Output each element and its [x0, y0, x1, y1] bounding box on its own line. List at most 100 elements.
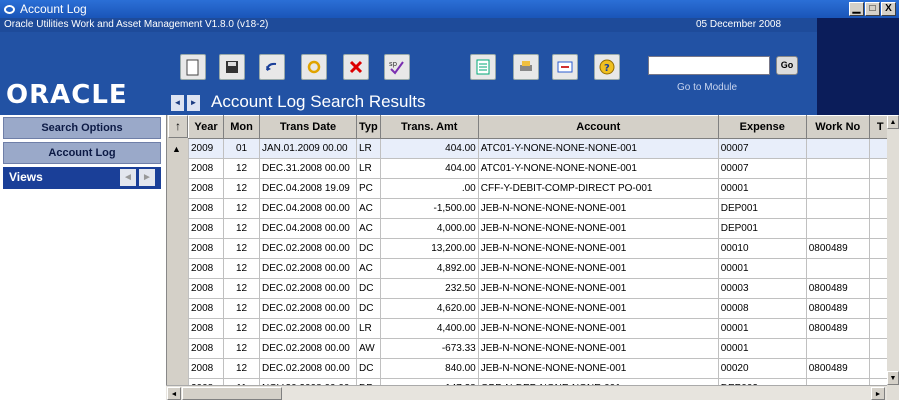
- cell-work-no[interactable]: [805, 218, 870, 239]
- export-icon[interactable]: [552, 54, 578, 80]
- cell-account[interactable]: JEB-N-NONE-NONE-NONE-001: [477, 258, 719, 279]
- module-input[interactable]: [648, 56, 770, 75]
- cell-type[interactable]: AC: [356, 198, 381, 219]
- scroll-up-icon[interactable]: ▲: [887, 115, 899, 129]
- cell-account[interactable]: JEB-N-NONE-NONE-NONE-001: [477, 358, 719, 379]
- cell-account[interactable]: ATC01-Y-NONE-NONE-NONE-001: [477, 138, 719, 159]
- report-icon[interactable]: [470, 54, 496, 80]
- cell-type[interactable]: LR: [356, 138, 381, 159]
- cell-mon[interactable]: 12: [223, 218, 260, 239]
- cell-year[interactable]: 2008: [188, 218, 224, 239]
- cell-trans-date[interactable]: JAN.01.2009 00.00: [259, 138, 357, 159]
- cell-mon[interactable]: 12: [223, 338, 260, 359]
- cell-mon[interactable]: 12: [223, 358, 260, 379]
- cell-trans-date[interactable]: DEC.02.2008 00.00: [259, 338, 357, 359]
- scroll-right-icon[interactable]: ►: [871, 387, 885, 400]
- column-header-work-no[interactable]: Work No: [805, 115, 870, 139]
- cell-type[interactable]: LR: [356, 158, 381, 179]
- cell-work-no[interactable]: 0800489: [805, 318, 870, 339]
- cell-trans-date[interactable]: DEC.31.2008 00.00: [259, 158, 357, 179]
- cell-trans-date[interactable]: DEC.02.2008 00.00: [259, 278, 357, 299]
- cell-account[interactable]: CFF-Y-DEBIT-COMP-DIRECT PO-001: [477, 178, 719, 199]
- print-icon[interactable]: [513, 54, 539, 80]
- cell-work-no[interactable]: [805, 198, 870, 219]
- cell-work-no[interactable]: [805, 158, 870, 179]
- spell-check-icon[interactable]: sp: [384, 54, 410, 80]
- cell-year[interactable]: 2008: [188, 158, 224, 179]
- cell-mon[interactable]: 12: [223, 178, 260, 199]
- cell-year[interactable]: 2008: [188, 298, 224, 319]
- cell-type[interactable]: LR: [356, 318, 381, 339]
- delete-icon[interactable]: [343, 54, 369, 80]
- cell-trans-date[interactable]: DEC.02.2008 00.00: [259, 318, 357, 339]
- cell-work-no[interactable]: [805, 178, 870, 199]
- cell-trans-amt[interactable]: 404.00: [379, 158, 479, 179]
- cell-mon[interactable]: 12: [223, 198, 260, 219]
- maximize-button[interactable]: □: [865, 2, 880, 16]
- search-options-button[interactable]: Search Options: [3, 117, 161, 139]
- cell-year[interactable]: 2008: [188, 358, 224, 379]
- cell-year[interactable]: 2008: [188, 258, 224, 279]
- cell-mon[interactable]: 12: [223, 258, 260, 279]
- horizontal-scrollbar[interactable]: ◄ ►: [166, 385, 887, 400]
- column-header-account[interactable]: Account: [477, 115, 719, 139]
- cell-work-no[interactable]: 0800489: [805, 238, 870, 259]
- cell-trans-date[interactable]: DEC.04.2008 00.00: [259, 218, 357, 239]
- cell-type[interactable]: DC: [356, 278, 381, 299]
- cell-trans-amt[interactable]: 232.50: [379, 278, 479, 299]
- cell-account[interactable]: JEB-N-NONE-NONE-NONE-001: [477, 278, 719, 299]
- cell-year[interactable]: 2008: [188, 318, 224, 339]
- column-header-type[interactable]: Typ: [356, 115, 381, 139]
- cell-type[interactable]: AW: [356, 338, 381, 359]
- next-record-icon[interactable]: ►: [187, 95, 200, 111]
- cell-expense[interactable]: 00001: [717, 318, 807, 339]
- views-previous-icon[interactable]: ◄: [120, 169, 136, 186]
- cell-mon[interactable]: 12: [223, 298, 260, 319]
- cell-work-no[interactable]: 0800489: [805, 358, 870, 379]
- table-row[interactable]: 2009 01 JAN.01.2009 00.00 LR 404.00 ATC01-Y-N…: [188, 138, 892, 159]
- cell-type[interactable]: AC: [356, 258, 381, 279]
- close-button[interactable]: X: [881, 2, 896, 16]
- cell-account[interactable]: JEB-N-NONE-NONE-NONE-001: [477, 318, 719, 339]
- cell-expense[interactable]: DEP001: [717, 198, 807, 219]
- cell-trans-amt[interactable]: 840.00: [379, 358, 479, 379]
- account-log-button[interactable]: Account Log: [3, 142, 161, 164]
- cell-expense[interactable]: 00001: [717, 258, 807, 279]
- cell-work-no[interactable]: 0800489: [805, 278, 870, 299]
- cell-trans-amt[interactable]: -1,500.00: [379, 198, 479, 219]
- refresh-icon[interactable]: [301, 54, 327, 80]
- new-icon[interactable]: [180, 54, 206, 80]
- cell-trans-amt[interactable]: 4,400.00: [379, 318, 479, 339]
- table-row[interactable]: 2008 12 DEC.04.2008 00.00 AC 4,000.00 JEB-N-N…: [188, 218, 892, 239]
- cell-trans-amt[interactable]: 4,620.00: [379, 298, 479, 319]
- table-row[interactable]: 2008 12 DEC.02.2008 00.00 AC 4,892.00 JEB-N-N…: [188, 258, 892, 279]
- cell-trans-amt[interactable]: 13,200.00: [379, 238, 479, 259]
- cell-expense[interactable]: 00020: [717, 358, 807, 379]
- cell-work-no[interactable]: [805, 338, 870, 359]
- cell-expense[interactable]: 00008: [717, 298, 807, 319]
- cell-mon[interactable]: 12: [223, 318, 260, 339]
- minimize-button[interactable]: ▁: [849, 2, 864, 16]
- cell-account[interactable]: JEB-N-NONE-NONE-NONE-001: [477, 198, 719, 219]
- cell-work-no[interactable]: 0800489: [805, 298, 870, 319]
- table-row[interactable]: 2008 12 DEC.02.2008 00.00 LR 4,400.00 JEB-N-N…: [188, 318, 892, 339]
- cell-year[interactable]: 2009: [188, 138, 224, 159]
- cell-year[interactable]: 2008: [188, 238, 224, 259]
- cell-trans-amt[interactable]: 404.00: [379, 138, 479, 159]
- cell-trans-amt[interactable]: -673.33: [379, 338, 479, 359]
- views-next-icon[interactable]: ►: [139, 169, 155, 186]
- previous-record-icon[interactable]: ◄: [171, 95, 184, 111]
- cell-trans-date[interactable]: DEC.02.2008 00.00: [259, 238, 357, 259]
- save-icon[interactable]: [219, 54, 245, 80]
- column-header-trans-amt[interactable]: Trans. Amt: [379, 115, 479, 139]
- cell-type[interactable]: PC: [356, 178, 381, 199]
- cell-account[interactable]: JEB-N-NONE-NONE-NONE-001: [477, 338, 719, 359]
- cell-type[interactable]: DC: [356, 358, 381, 379]
- cell-expense[interactable]: DEP001: [717, 218, 807, 239]
- table-row[interactable]: 2008 12 DEC.04.2008 19.09 PC .00 CFF-Y-DEBIT-…: [188, 178, 892, 199]
- column-header-mon[interactable]: Mon: [223, 115, 260, 139]
- cell-work-no[interactable]: [805, 258, 870, 279]
- cell-trans-date[interactable]: DEC.02.2008 00.00: [259, 298, 357, 319]
- help-icon[interactable]: ?: [594, 54, 620, 80]
- table-row[interactable]: 2008 12 DEC.02.2008 00.00 DC 840.00 JEB-N-NON…: [188, 358, 892, 379]
